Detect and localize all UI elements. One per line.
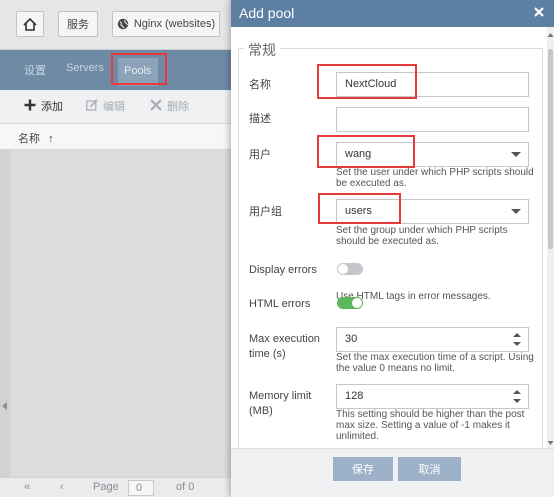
html-errors-toggle[interactable] [337,297,363,309]
memory-limit-label: Memory limit (MB) [249,390,312,417]
panel-splitter[interactable] [0,150,10,477]
page-count-label: of 0 [176,481,195,493]
cancel-button[interactable]: 取消 [398,457,461,481]
edit-icon [86,98,98,114]
home-button[interactable] [16,11,44,37]
cancel-label: 取消 [418,464,441,476]
collapse-arrow-icon[interactable] [2,402,7,410]
column-name-label: 名称 [18,133,40,145]
add-button[interactable]: 添加 [24,98,63,114]
dialog-header: Add pool [231,0,554,27]
sort-ascending-icon: ↑ [48,133,54,145]
html-errors-hint: Use HTML tags in error messages. [336,291,491,302]
dialog-title: Add pool [239,5,295,21]
add-label: 添加 [41,101,63,113]
highlight-pools-tab [111,53,167,85]
memory-limit-hint: This setting should be higher than the p… [336,409,525,442]
close-icon[interactable] [532,5,546,19]
add-pool-dialog: Add pool 常规 名称 NextCloud 描述 用户 wang Set … [231,0,554,497]
edit-button[interactable]: 编辑 [86,98,125,114]
delete-label: 删除 [167,101,189,113]
user-label: 用户 [249,149,271,161]
memory-limit-input[interactable]: 128 [336,384,529,409]
prev-page-icon[interactable]: ‹ [60,481,64,493]
chevron-down-icon [511,209,521,214]
save-label: 保存 [352,464,374,476]
dialog-body: 常规 名称 NextCloud 描述 用户 wang Set the user … [231,27,547,448]
highlight-group-select [318,193,401,224]
page-label: Page [93,481,119,493]
html-errors-label: HTML errors [249,298,311,310]
edit-label: 编辑 [103,101,125,113]
display-errors-label: Display errors [249,264,317,276]
scrollbar-thumb[interactable] [548,49,553,249]
max-execution-time-label: Max execution time (s) [249,333,320,360]
group-hint: Set the group under which PHP scripts sh… [336,225,508,247]
max-execution-time-input[interactable]: 30 [336,327,529,352]
description-input[interactable] [336,107,529,132]
highlight-user-select [317,135,415,168]
group-label: 用户组 [249,206,282,218]
toggle-knob [338,264,348,274]
nginx-websites-button[interactable]: Nginx (websites) [112,11,220,37]
save-button[interactable]: 保存 [333,457,393,481]
delete-icon [150,98,162,114]
section-title: 常规 [244,40,280,60]
chevron-down-icon [511,152,521,157]
first-page-icon[interactable]: « [24,481,30,493]
name-label: 名称 [249,79,271,91]
description-label: 描述 [249,113,271,125]
dialog-footer: 保存 取消 [231,448,554,497]
number-stepper-icon[interactable] [512,331,522,348]
globe-icon [117,18,129,30]
memory-limit-value: 128 [345,390,364,402]
max-execution-time-value: 30 [345,333,358,345]
scroll-down-icon[interactable] [547,438,554,446]
number-stepper-icon[interactable] [512,388,522,405]
max-execution-time-hint: Set the max execution time of a script. … [336,352,534,374]
services-button[interactable]: 服务 [58,11,98,37]
nginx-label: Nginx (websites) [133,18,216,30]
services-label: 服务 [67,19,89,31]
toggle-knob [352,298,362,308]
home-icon [23,17,37,31]
page-number-input[interactable]: 0 [128,480,154,496]
scroll-up-icon[interactable] [547,30,554,38]
delete-button[interactable]: 删除 [150,98,189,114]
display-errors-toggle[interactable] [337,263,363,275]
plus-icon [24,99,36,114]
tab-servers[interactable]: Servers [66,62,104,74]
highlight-name-input [317,64,417,99]
page-number-value: 0 [136,482,143,494]
tab-settings[interactable]: 设置 [24,62,46,78]
user-hint: Set the user under which PHP scripts sho… [336,167,534,189]
dialog-scrollbar[interactable] [547,27,554,448]
